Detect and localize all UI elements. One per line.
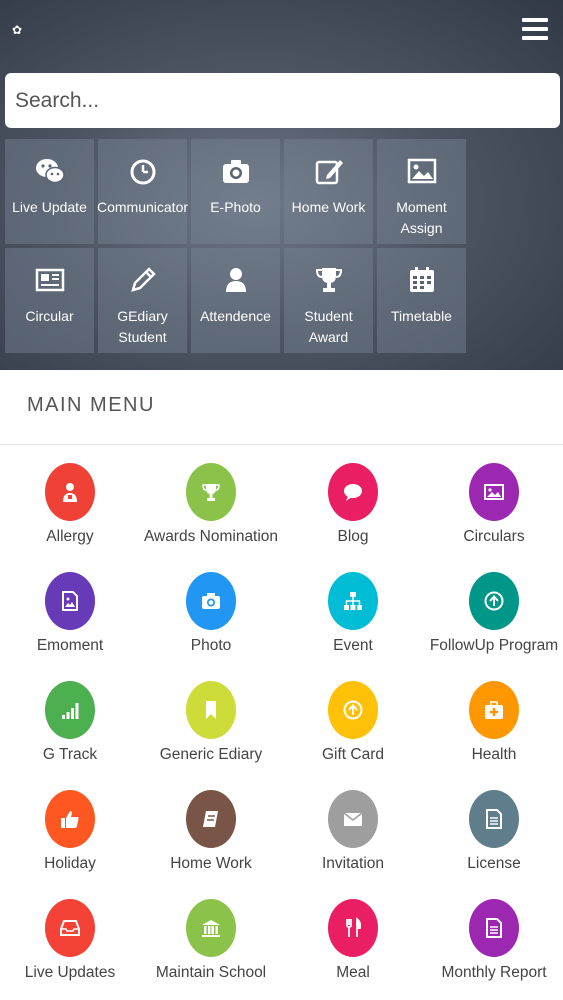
menu-item-license[interactable]: License	[424, 772, 563, 880]
menu-item-generic-ediary[interactable]: Generic Ediary	[141, 663, 281, 771]
quick-tile-moment-assign[interactable]: Moment Assign	[377, 139, 466, 244]
menu-item-label: Allergy	[46, 528, 94, 545]
menu-item-label: Awards Nomination	[143, 528, 279, 545]
menu-item-label: G Track	[42, 746, 98, 763]
search-box	[5, 73, 560, 128]
quick-tile-circular[interactable]: Circular	[5, 248, 94, 353]
bookmark-icon	[186, 681, 236, 739]
image-icon	[402, 151, 442, 191]
menu-item-live-updates[interactable]: Live Updates	[0, 881, 140, 989]
main-menu-title: MAIN MENU	[27, 394, 155, 416]
menu-item-awards-nomination[interactable]: Awards Nomination	[141, 445, 281, 553]
user-icon	[216, 260, 256, 300]
menu-item-invitation[interactable]: Invitation	[283, 772, 423, 880]
trophy-icon	[309, 260, 349, 300]
menu-item-label: Gift Card	[321, 746, 384, 763]
logo-icon: ✿	[12, 23, 23, 37]
trophy-icon	[186, 463, 236, 521]
menu-item-circulars[interactable]: Circulars	[424, 445, 563, 553]
menu-item-event[interactable]: Event	[283, 554, 423, 662]
quick-tile-e-photo[interactable]: E-Photo	[191, 139, 280, 244]
chat-bubbles-icon	[30, 151, 70, 191]
edit-icon	[309, 151, 349, 191]
quick-tile-label: Timetable	[391, 308, 452, 324]
menu-item-label: Home Work	[170, 855, 252, 872]
menu-item-health[interactable]: Health	[424, 663, 563, 771]
doctor-icon	[45, 463, 95, 521]
menu-item-label: Event	[333, 637, 373, 654]
quick-tile-label: E-Photo	[210, 199, 261, 215]
menu-item-label: Emoment	[36, 637, 104, 654]
menu-item-meal[interactable]: Meal	[283, 881, 423, 989]
arrow-up-circle-icon	[469, 572, 519, 630]
quick-tile-home-work[interactable]: Home Work	[284, 139, 373, 244]
quick-tile-label: Student Award	[304, 308, 353, 345]
menu-item-label: Maintain School	[155, 964, 267, 981]
quick-tile-label: Moment Assign	[396, 199, 447, 236]
quick-tile-attendence[interactable]: Attendence	[191, 248, 280, 353]
inbox-icon	[45, 899, 95, 957]
menu-item-photo[interactable]: Photo	[141, 554, 281, 662]
quick-tile-label: Attendence	[200, 308, 271, 324]
document-icon	[469, 899, 519, 957]
sitemap-icon	[328, 572, 378, 630]
camera-icon	[186, 572, 236, 630]
quick-tile-live-update[interactable]: Live Update	[5, 139, 94, 244]
menu-item-home-work[interactable]: Home Work	[141, 772, 281, 880]
menu-item-label: Holiday	[44, 855, 96, 872]
image-file-icon	[45, 572, 95, 630]
bank-icon	[186, 899, 236, 957]
menu-item-label: FollowUp Program	[429, 637, 559, 654]
quick-tile-timetable[interactable]: Timetable	[377, 248, 466, 353]
menu-item-blog[interactable]: Blog	[283, 445, 423, 553]
menu-item-gift-card[interactable]: Gift Card	[283, 663, 423, 771]
envelope-icon	[328, 790, 378, 848]
menu-item-label: Generic Ediary	[159, 746, 263, 763]
quick-tile-label: GEdiary Student	[117, 308, 168, 345]
arrow-up-circle-icon	[328, 681, 378, 739]
pencil-icon	[123, 260, 163, 300]
top-bar: ✿	[0, 0, 563, 62]
cutlery-icon	[328, 899, 378, 957]
menu-item-holiday[interactable]: Holiday	[0, 772, 140, 880]
menu-item-followup-program[interactable]: FollowUp Program	[424, 554, 563, 662]
menu-item-emoment[interactable]: Emoment	[0, 554, 140, 662]
menu-item-allergy[interactable]: Allergy	[0, 445, 140, 553]
menu-item-monthly-report[interactable]: Monthly Report	[424, 881, 563, 989]
menu-item-label: License	[467, 855, 521, 872]
menu-item-label: Health	[471, 746, 517, 763]
document-icon	[469, 790, 519, 848]
menu-item-label: Blog	[337, 528, 369, 545]
menu-item-label: Live Updates	[24, 964, 116, 981]
menu-item-g-track[interactable]: G Track	[0, 663, 140, 771]
medical-kit-icon	[469, 681, 519, 739]
menu-item-maintain-school[interactable]: Maintain School	[141, 881, 281, 989]
menu-item-label: Circulars	[463, 528, 525, 545]
quick-tile-gediary-student[interactable]: GEdiary Student	[98, 248, 187, 353]
notebook-icon	[186, 790, 236, 848]
quick-tile-label: Circular	[25, 308, 74, 324]
menu-item-label: Meal	[336, 964, 370, 981]
signal-bars-icon	[45, 681, 95, 739]
quick-tile-label: Home Work	[291, 199, 366, 215]
speech-bubble-icon	[328, 463, 378, 521]
hamburger-menu-icon[interactable]	[522, 18, 548, 42]
thumbs-up-icon	[45, 790, 95, 848]
quick-tile-label: Communicator	[96, 199, 189, 215]
camera-icon	[216, 151, 256, 191]
quick-tile-student-award[interactable]: Student Award	[284, 248, 373, 353]
newspaper-icon	[30, 260, 70, 300]
menu-item-label: Invitation	[321, 855, 385, 872]
calendar-icon	[402, 260, 442, 300]
search-input[interactable]	[5, 73, 560, 128]
image-icon	[469, 463, 519, 521]
header-panel: ✿ Live Update Communicator E-Photo	[0, 0, 563, 370]
menu-item-label: Photo	[190, 637, 232, 654]
quick-tile-label: Live Update	[12, 199, 87, 215]
clock-icon	[123, 151, 163, 191]
menu-item-label: Monthly Report	[441, 964, 547, 981]
quick-tile-communicator[interactable]: Communicator	[96, 139, 189, 244]
